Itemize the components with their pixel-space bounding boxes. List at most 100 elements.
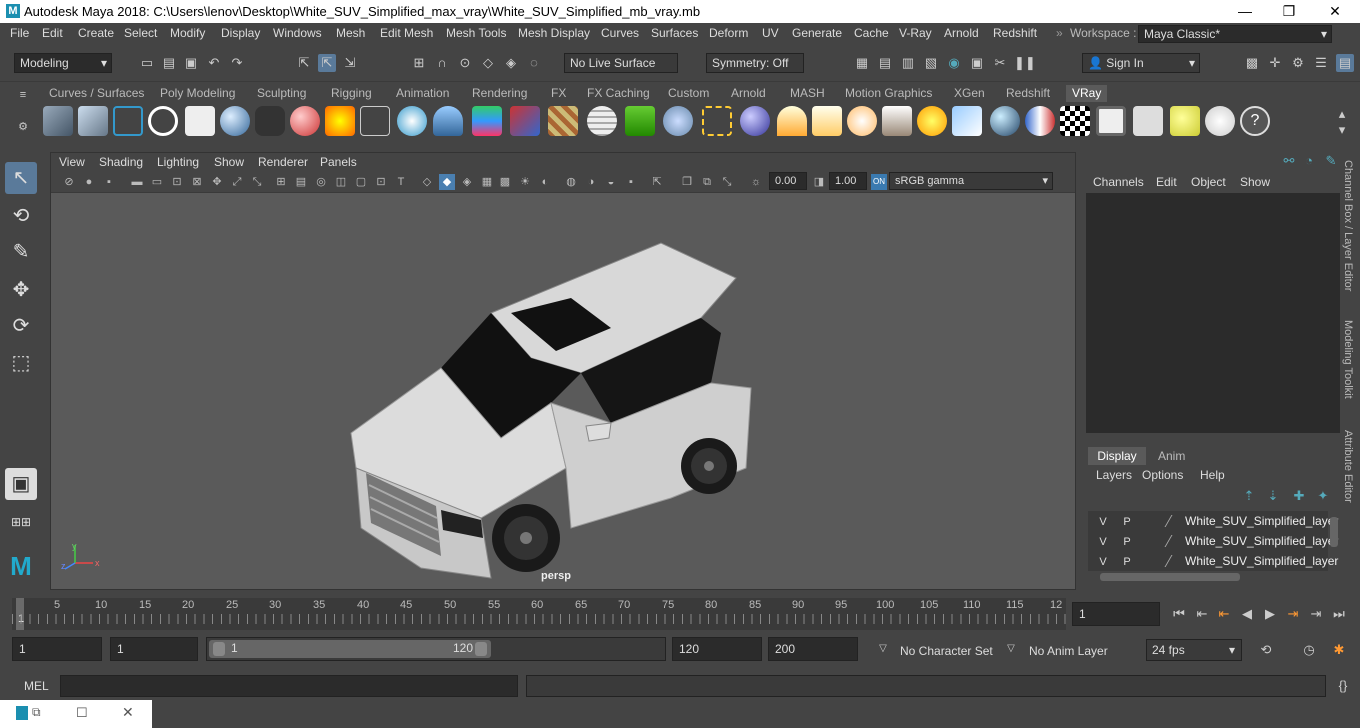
sign-in-button[interactable]: 👤 Sign In ▾ — [1082, 53, 1200, 73]
layer-visibility-toggle[interactable]: V — [1094, 534, 1112, 550]
film-gate-icon[interactable]: ▬ — [129, 174, 145, 190]
vray-flag-icon[interactable] — [1025, 106, 1055, 136]
vray-fire-icon[interactable] — [325, 106, 355, 136]
backface-icon[interactable]: ▪ — [623, 174, 639, 190]
menu-display[interactable]: Display — [221, 26, 260, 40]
tab-curves-surfaces[interactable]: Curves / Surfaces — [43, 85, 150, 102]
layer-name[interactable]: White_SUV_Simplified_layer — [1185, 554, 1338, 568]
layer-type-toggle[interactable] — [1142, 534, 1160, 550]
select-hierarchy-icon[interactable]: ⇱ — [295, 54, 313, 72]
modeling-toolkit-icon[interactable]: ▩ — [1243, 54, 1261, 72]
channel-box-edit-icon[interactable]: ✎ — [1322, 152, 1340, 170]
anim-layer-label[interactable]: No Anim Layer — [1029, 644, 1108, 658]
select-camera-icon[interactable]: ⇱ — [649, 174, 665, 190]
live-surface-field[interactable]: No Live Surface — [564, 53, 678, 73]
layer-row[interactable]: V P White_SUV_Simplified_layer — [1092, 533, 1338, 551]
suv-model[interactable] — [341, 238, 761, 583]
restore-icon[interactable]: ⧉ — [32, 705, 41, 720]
layer-visibility-toggle[interactable]: V — [1094, 554, 1112, 570]
menu-windows[interactable]: Windows — [273, 26, 322, 40]
vray-omni-icon[interactable] — [847, 106, 877, 136]
tab-mash[interactable]: MASH — [784, 85, 831, 102]
move-layer-down-icon[interactable]: ⇣ — [1264, 487, 1282, 505]
field-chart-icon[interactable]: ◎ — [313, 174, 329, 190]
redo-icon[interactable]: ↷ — [228, 54, 246, 72]
layer-horizontal-scrollbar[interactable] — [1100, 573, 1240, 581]
text-icon[interactable]: T — [393, 174, 409, 190]
menu-file[interactable]: File — [10, 26, 29, 40]
animation-end-field[interactable]: 200 — [768, 637, 858, 661]
menu-curves[interactable]: Curves — [601, 26, 639, 40]
current-frame-field[interactable]: 1 — [1072, 602, 1160, 626]
vray-material-icon[interactable] — [290, 106, 320, 136]
loop-icon[interactable]: ⟲ — [1257, 641, 1275, 659]
vray-globe-icon[interactable] — [587, 106, 617, 136]
channel-list[interactable] — [1086, 193, 1340, 433]
vray-window-icon[interactable] — [113, 106, 143, 136]
xray-icon[interactable]: ◍ — [563, 174, 579, 190]
select-tool-icon[interactable]: ↖ — [5, 162, 37, 194]
resolution-gate-icon[interactable]: ▭ — [149, 174, 165, 190]
vp-menu-renderer[interactable]: Renderer — [258, 155, 308, 169]
range-slider-handle[interactable]: 1 120 — [209, 640, 491, 658]
tab-poly-modeling[interactable]: Poly Modeling — [154, 85, 241, 102]
scale-tool-icon[interactable]: ⬚ — [5, 347, 37, 379]
channel-box-icon[interactable]: ▤ — [1336, 54, 1354, 72]
character-set-chevron-icon[interactable]: ▽ — [874, 640, 892, 658]
menu-cache[interactable]: Cache — [854, 26, 889, 40]
two-sided-lighting-icon[interactable]: ❐ — [679, 174, 695, 190]
single-view-icon[interactable]: ▣ — [5, 468, 37, 500]
menu-arnold[interactable]: Arnold — [944, 26, 979, 40]
xray-components-icon[interactable]: ◒ — [603, 174, 619, 190]
tab-rendering[interactable]: Rendering — [466, 85, 533, 102]
xray-joints-icon[interactable]: ◑ — [583, 174, 599, 190]
channel-box-refresh-icon[interactable]: ◔ — [1300, 152, 1318, 170]
colorspace-dropdown[interactable]: sRGB gamma ▾ — [889, 172, 1053, 190]
tab-channel-box-layer-editor[interactable]: Channel Box / Layer Editor — [1342, 160, 1354, 291]
menu-edit[interactable]: Edit — [42, 26, 63, 40]
vray-checker-icon[interactable] — [1060, 106, 1090, 136]
range-start-grip[interactable] — [213, 642, 225, 656]
layer-row[interactable]: V P White_SUV_Simplified_layer — [1092, 513, 1338, 531]
tab-fx-caching[interactable]: FX Caching — [581, 85, 656, 102]
maximize-icon[interactable]: ☐ — [76, 705, 88, 721]
go-to-end-icon[interactable]: ⏭ — [1330, 605, 1348, 623]
vray-fur-icon[interactable] — [625, 106, 655, 136]
wireframe-on-shaded-icon[interactable]: ◈ — [459, 174, 475, 190]
pause-icon[interactable]: ❚❚ — [1014, 54, 1036, 72]
vray-sun-icon[interactable] — [917, 106, 947, 136]
play-backwards-icon[interactable]: ◀ — [1238, 605, 1256, 623]
shelf-scroll-down-icon[interactable]: ▾ — [1333, 121, 1351, 139]
safe-action-icon[interactable]: ⊡ — [169, 174, 185, 190]
help-icon[interactable]: ? — [1240, 106, 1270, 136]
vray-ipr-icon[interactable]: ✂ — [991, 54, 1009, 72]
grid-icon[interactable]: ⊞ — [273, 174, 289, 190]
vray-sphere-fade-icon[interactable] — [740, 106, 770, 136]
layer-vertical-scrollbar[interactable] — [1330, 517, 1338, 547]
new-layer-icon[interactable]: ✚ — [1290, 487, 1308, 505]
vray-texture-icon[interactable] — [548, 106, 578, 136]
vray-cloud-icon[interactable] — [1205, 106, 1235, 136]
safe-title-icon[interactable]: ◫ — [333, 174, 349, 190]
vray-curve-icon[interactable] — [702, 106, 732, 136]
textured-icon[interactable]: ▦ — [479, 174, 495, 190]
menu-mesh[interactable]: Mesh — [336, 26, 365, 40]
gate-mask-icon[interactable]: ▤ — [293, 174, 309, 190]
range-end-grip[interactable] — [475, 642, 487, 656]
vray-sphere-icon[interactable] — [220, 106, 250, 136]
render-settings-icon[interactable]: ▧ — [922, 54, 940, 72]
minimize-button[interactable]: — — [1222, 2, 1268, 21]
vray-particles-icon[interactable] — [663, 106, 693, 136]
wireframe-icon[interactable]: ◇ — [419, 174, 435, 190]
lasso-tool-icon[interactable]: ⟲ — [5, 200, 37, 232]
tab-attribute-editor[interactable]: Attribute Editor — [1342, 430, 1354, 503]
tab-display[interactable]: Display — [1088, 447, 1146, 465]
shelf-menu-icon[interactable]: ≡ — [14, 86, 32, 104]
layer-playback-toggle[interactable]: P — [1118, 534, 1136, 550]
aa-icon[interactable]: ⧉ — [699, 174, 715, 190]
render-region-icon[interactable]: ▦ — [853, 54, 871, 72]
vp-menu-panels[interactable]: Panels — [320, 155, 357, 169]
vray-camera-icon[interactable] — [255, 106, 285, 136]
new-scene-icon[interactable]: ▭ — [138, 54, 156, 72]
vray-light-icon[interactable] — [433, 106, 463, 136]
